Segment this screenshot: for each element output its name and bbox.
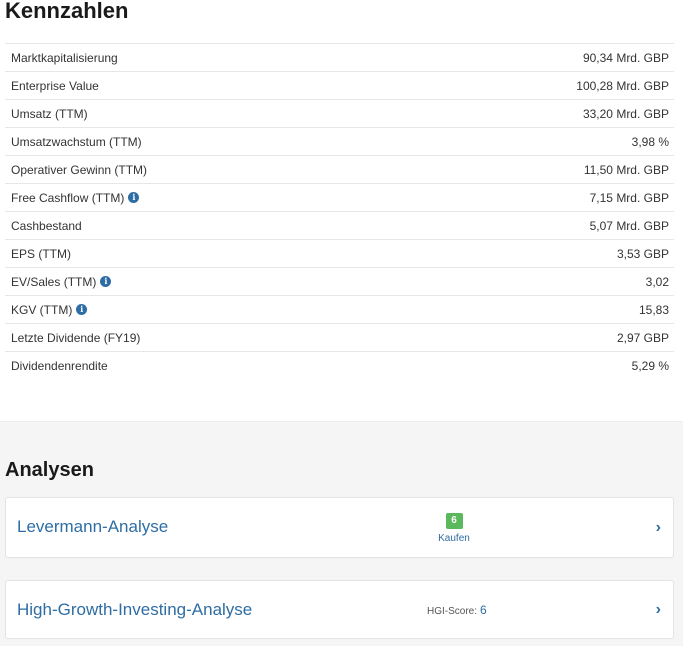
table-row: EV/Sales (TTM) i 3,02 (5, 267, 674, 295)
row-label-text: Enterprise Value (11, 78, 99, 93)
row-value: 100,28 Mrd. GBP (576, 78, 669, 93)
table-row: Enterprise Value 100,28 Mrd. GBP (5, 71, 674, 99)
table-row: Umsatz (TTM) 33,20 Mrd. GBP (5, 99, 674, 127)
row-value: 5,07 Mrd. GBP (589, 218, 669, 233)
row-label: EV/Sales (TTM) i (5, 274, 112, 289)
info-icon[interactable]: i (100, 276, 112, 287)
levermann-title[interactable]: Levermann-Analyse (17, 517, 168, 537)
table-row: Dividendenrendite 5,29 % (5, 351, 674, 379)
row-value: 7,15 Mrd. GBP (589, 190, 669, 205)
row-label: Operativer Gewinn (TTM) (5, 163, 147, 177)
row-label: Dividendenrendite (5, 359, 108, 373)
row-label: Free Cashflow (TTM) i (5, 190, 140, 205)
row-label-text: Operativer Gewinn (TTM) (11, 162, 148, 177)
row-label: EPS (TTM) (5, 247, 71, 261)
table-row: Letzte Dividende (FY19) 2,97 GBP (5, 323, 674, 351)
table-row: Cashbestand 5,07 Mrd. GBP (5, 211, 674, 239)
info-icon[interactable]: i (128, 192, 140, 203)
row-label-text: Umsatzwachstum (TTM) (11, 134, 142, 149)
row-label-text: Free Cashflow (TTM) (11, 190, 125, 205)
row-label: Marktkapitalisierung (5, 51, 118, 65)
row-value: 3,53 GBP (616, 246, 669, 261)
row-label: Enterprise Value (5, 79, 99, 93)
row-label-text: EV/Sales (TTM) (11, 274, 97, 289)
hgi-title[interactable]: High-Growth-Investing-Analyse (17, 600, 252, 620)
hgi-score-label: HGI-Score: (427, 606, 478, 617)
table-row: Free Cashflow (TTM) i 7,15 Mrd. GBP (5, 183, 674, 211)
chevron-right-icon[interactable]: › (656, 601, 661, 619)
row-label-text: Letzte Dividende (FY19) (11, 330, 141, 345)
row-label: Umsatz (TTM) (5, 107, 88, 121)
row-label-text: Dividendenrendite (11, 358, 108, 373)
hgi-score-value: 6 (480, 603, 487, 617)
analysen-title: Analysen (5, 459, 94, 481)
analysen-section: Analysen Levermann-Analyse 6 Kaufen › Hi… (0, 421, 683, 646)
row-label-text: Umsatz (TTM) (11, 106, 88, 121)
info-icon[interactable]: i (76, 304, 88, 315)
row-value: 5,29 % (631, 358, 669, 373)
levermann-score: 6 Kaufen (437, 510, 471, 544)
table-row: EPS (TTM) 3,53 GBP (5, 239, 674, 267)
row-value: 11,50 Mrd. GBP (583, 162, 669, 177)
kennzahlen-table: Marktkapitalisierung 90,34 Mrd. GBP Enterp… (5, 43, 674, 379)
hgi-score: HGI-Score: 6 (427, 603, 487, 617)
row-label: Umsatzwachstum (TTM) (5, 135, 142, 149)
row-value: 90,34 Mrd. GBP (582, 50, 669, 65)
row-label-text: Marktkapitalisierung (11, 50, 118, 65)
row-value: 15,83 (638, 302, 669, 317)
row-value: 2,97 GBP (616, 330, 669, 345)
levermann-card[interactable]: Levermann-Analyse 6 Kaufen › (5, 497, 674, 558)
kennzahlen-section: Kennzahlen Marktkapitalisierung 90,34 Mrd… (0, 0, 683, 421)
levermann-rating: Kaufen (438, 533, 470, 544)
table-row: Marktkapitalisierung 90,34 Mrd. GBP (5, 43, 674, 71)
row-label-text: EPS (TTM) (11, 246, 71, 261)
table-row: Operativer Gewinn (TTM) 11,50 Mrd. GBP (5, 155, 674, 183)
row-value: 3,98 % (631, 134, 669, 149)
row-label: Letzte Dividende (FY19) (5, 331, 140, 345)
kennzahlen-title: Kennzahlen (5, 0, 129, 23)
row-value: 3,02 (645, 274, 669, 289)
row-value: 33,20 Mrd. GBP (582, 106, 669, 121)
row-label: KGV (TTM) i (5, 302, 88, 317)
row-label-text: Cashbestand (11, 218, 82, 233)
table-row: Umsatzwachstum (TTM) 3,98 % (5, 127, 674, 155)
levermann-score-badge: 6 (445, 513, 463, 529)
chevron-right-icon[interactable]: › (656, 519, 661, 537)
row-label: Cashbestand (5, 219, 82, 233)
row-label-text: KGV (TTM) (11, 302, 73, 317)
hgi-card[interactable]: High-Growth-Investing-Analyse HGI-Score:… (5, 580, 674, 639)
table-row: KGV (TTM) i 15,83 (5, 295, 674, 323)
